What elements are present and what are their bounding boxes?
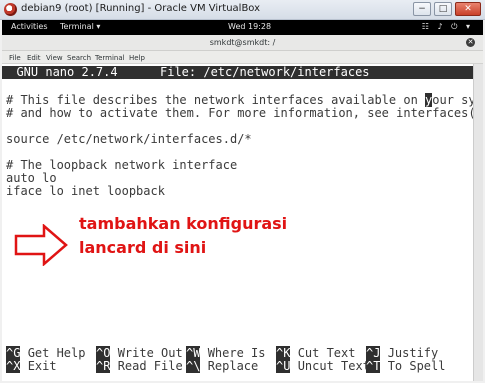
- shortcut-key: ^W: [186, 346, 201, 360]
- annotation-line-2: lancard di sini: [79, 238, 207, 257]
- app-menu-terminal[interactable]: Terminal ▾: [60, 22, 100, 31]
- menu-search[interactable]: Search: [67, 54, 91, 62]
- menu-file[interactable]: File: [9, 54, 21, 62]
- file-line-1-tail: our sys$: [432, 93, 473, 107]
- menu-help[interactable]: Help: [129, 54, 145, 62]
- maximize-button[interactable]: □: [434, 2, 452, 16]
- shortcut-label: Read File: [117, 359, 183, 373]
- shortcut-key: ^R: [96, 359, 111, 373]
- gnome-top-bar: Activities Terminal ▾ Wed 19:28 ☷ ♪ ⏻ ▾: [2, 20, 483, 35]
- file-line-2: # and how to activate them. For more inf…: [6, 106, 473, 120]
- terminal-title: smkdt@smkdt: /: [209, 38, 276, 47]
- shortcut-key: ^J: [366, 346, 381, 360]
- terminal-menubar: File Edit View Search Terminal Help: [2, 51, 483, 64]
- nano-filename: File: /etc/network/interfaces: [160, 65, 370, 79]
- file-line-1-text: # This file describes the network interf…: [6, 93, 426, 107]
- menu-edit[interactable]: Edit: [27, 54, 41, 62]
- nano-header: GNU nano 2.7.4 File: /etc/network/interf…: [2, 66, 473, 79]
- annotation-line-1: tambahkan konfigurasi: [79, 214, 288, 233]
- shortcut-key: ^T: [366, 359, 381, 373]
- shortcut-label: Where Is: [207, 346, 266, 360]
- virtualbox-logo-icon: [4, 3, 17, 16]
- shortcut-label: Exit: [27, 359, 57, 373]
- terminal-titlebar: smkdt@smkdt: / ✕: [2, 35, 483, 51]
- shortcut-label: Cut Text: [297, 346, 356, 360]
- shortcut-label: Justify: [387, 346, 439, 360]
- file-line-8: iface lo inet loopback: [6, 184, 165, 198]
- shortcut-key: ^\: [186, 359, 201, 373]
- menu-terminal[interactable]: Terminal: [95, 54, 125, 62]
- red-arrow-icon: [14, 224, 68, 266]
- activities-button[interactable]: Activities: [11, 22, 48, 31]
- shortcut-label: To Spell: [387, 359, 446, 373]
- menu-view[interactable]: View: [46, 54, 63, 62]
- close-button[interactable]: ✕: [455, 2, 481, 16]
- minimize-button[interactable]: −: [413, 2, 431, 16]
- terminal-scrollbar[interactable]: [473, 64, 483, 381]
- shortcut-key: ^U: [276, 359, 291, 373]
- shortcut-label: Get Help: [27, 346, 86, 360]
- terminal-close-icon[interactable]: ✕: [466, 38, 475, 47]
- clock[interactable]: Wed 19:28: [228, 22, 271, 31]
- shortcut-to-spell[interactable]: ^T To Spell: [366, 359, 446, 373]
- shortcut-key: ^X: [6, 359, 21, 373]
- shortcut-exit[interactable]: ^X Exit: [6, 359, 57, 373]
- system-tray-icons[interactable]: ☷ ♪ ⏻ ▾: [422, 22, 473, 32]
- shortcut-replace[interactable]: ^\ Replace: [186, 359, 259, 373]
- shortcut-uncut-text[interactable]: ^U Uncut Text: [276, 359, 370, 373]
- shortcut-read-file[interactable]: ^R Read File: [96, 359, 183, 373]
- vbox-titlebar: debian9 (root) [Running] - Oracle VM Vir…: [0, 0, 485, 20]
- shortcut-key: ^O: [96, 346, 111, 360]
- vbox-window-title: debian9 (root) [Running] - Oracle VM Vir…: [21, 3, 261, 14]
- shortcut-label: Replace: [207, 359, 259, 373]
- shortcut-key: ^K: [276, 346, 291, 360]
- window-controls: − □ ✕: [413, 2, 481, 16]
- file-line-4: source /etc/network/interfaces.d/*: [6, 132, 252, 146]
- shortcut-label: Write Out: [117, 346, 183, 360]
- shortcut-label: Uncut Text: [297, 359, 370, 373]
- nano-version: GNU nano 2.7.4: [2, 65, 118, 79]
- shortcut-key: ^G: [6, 346, 21, 360]
